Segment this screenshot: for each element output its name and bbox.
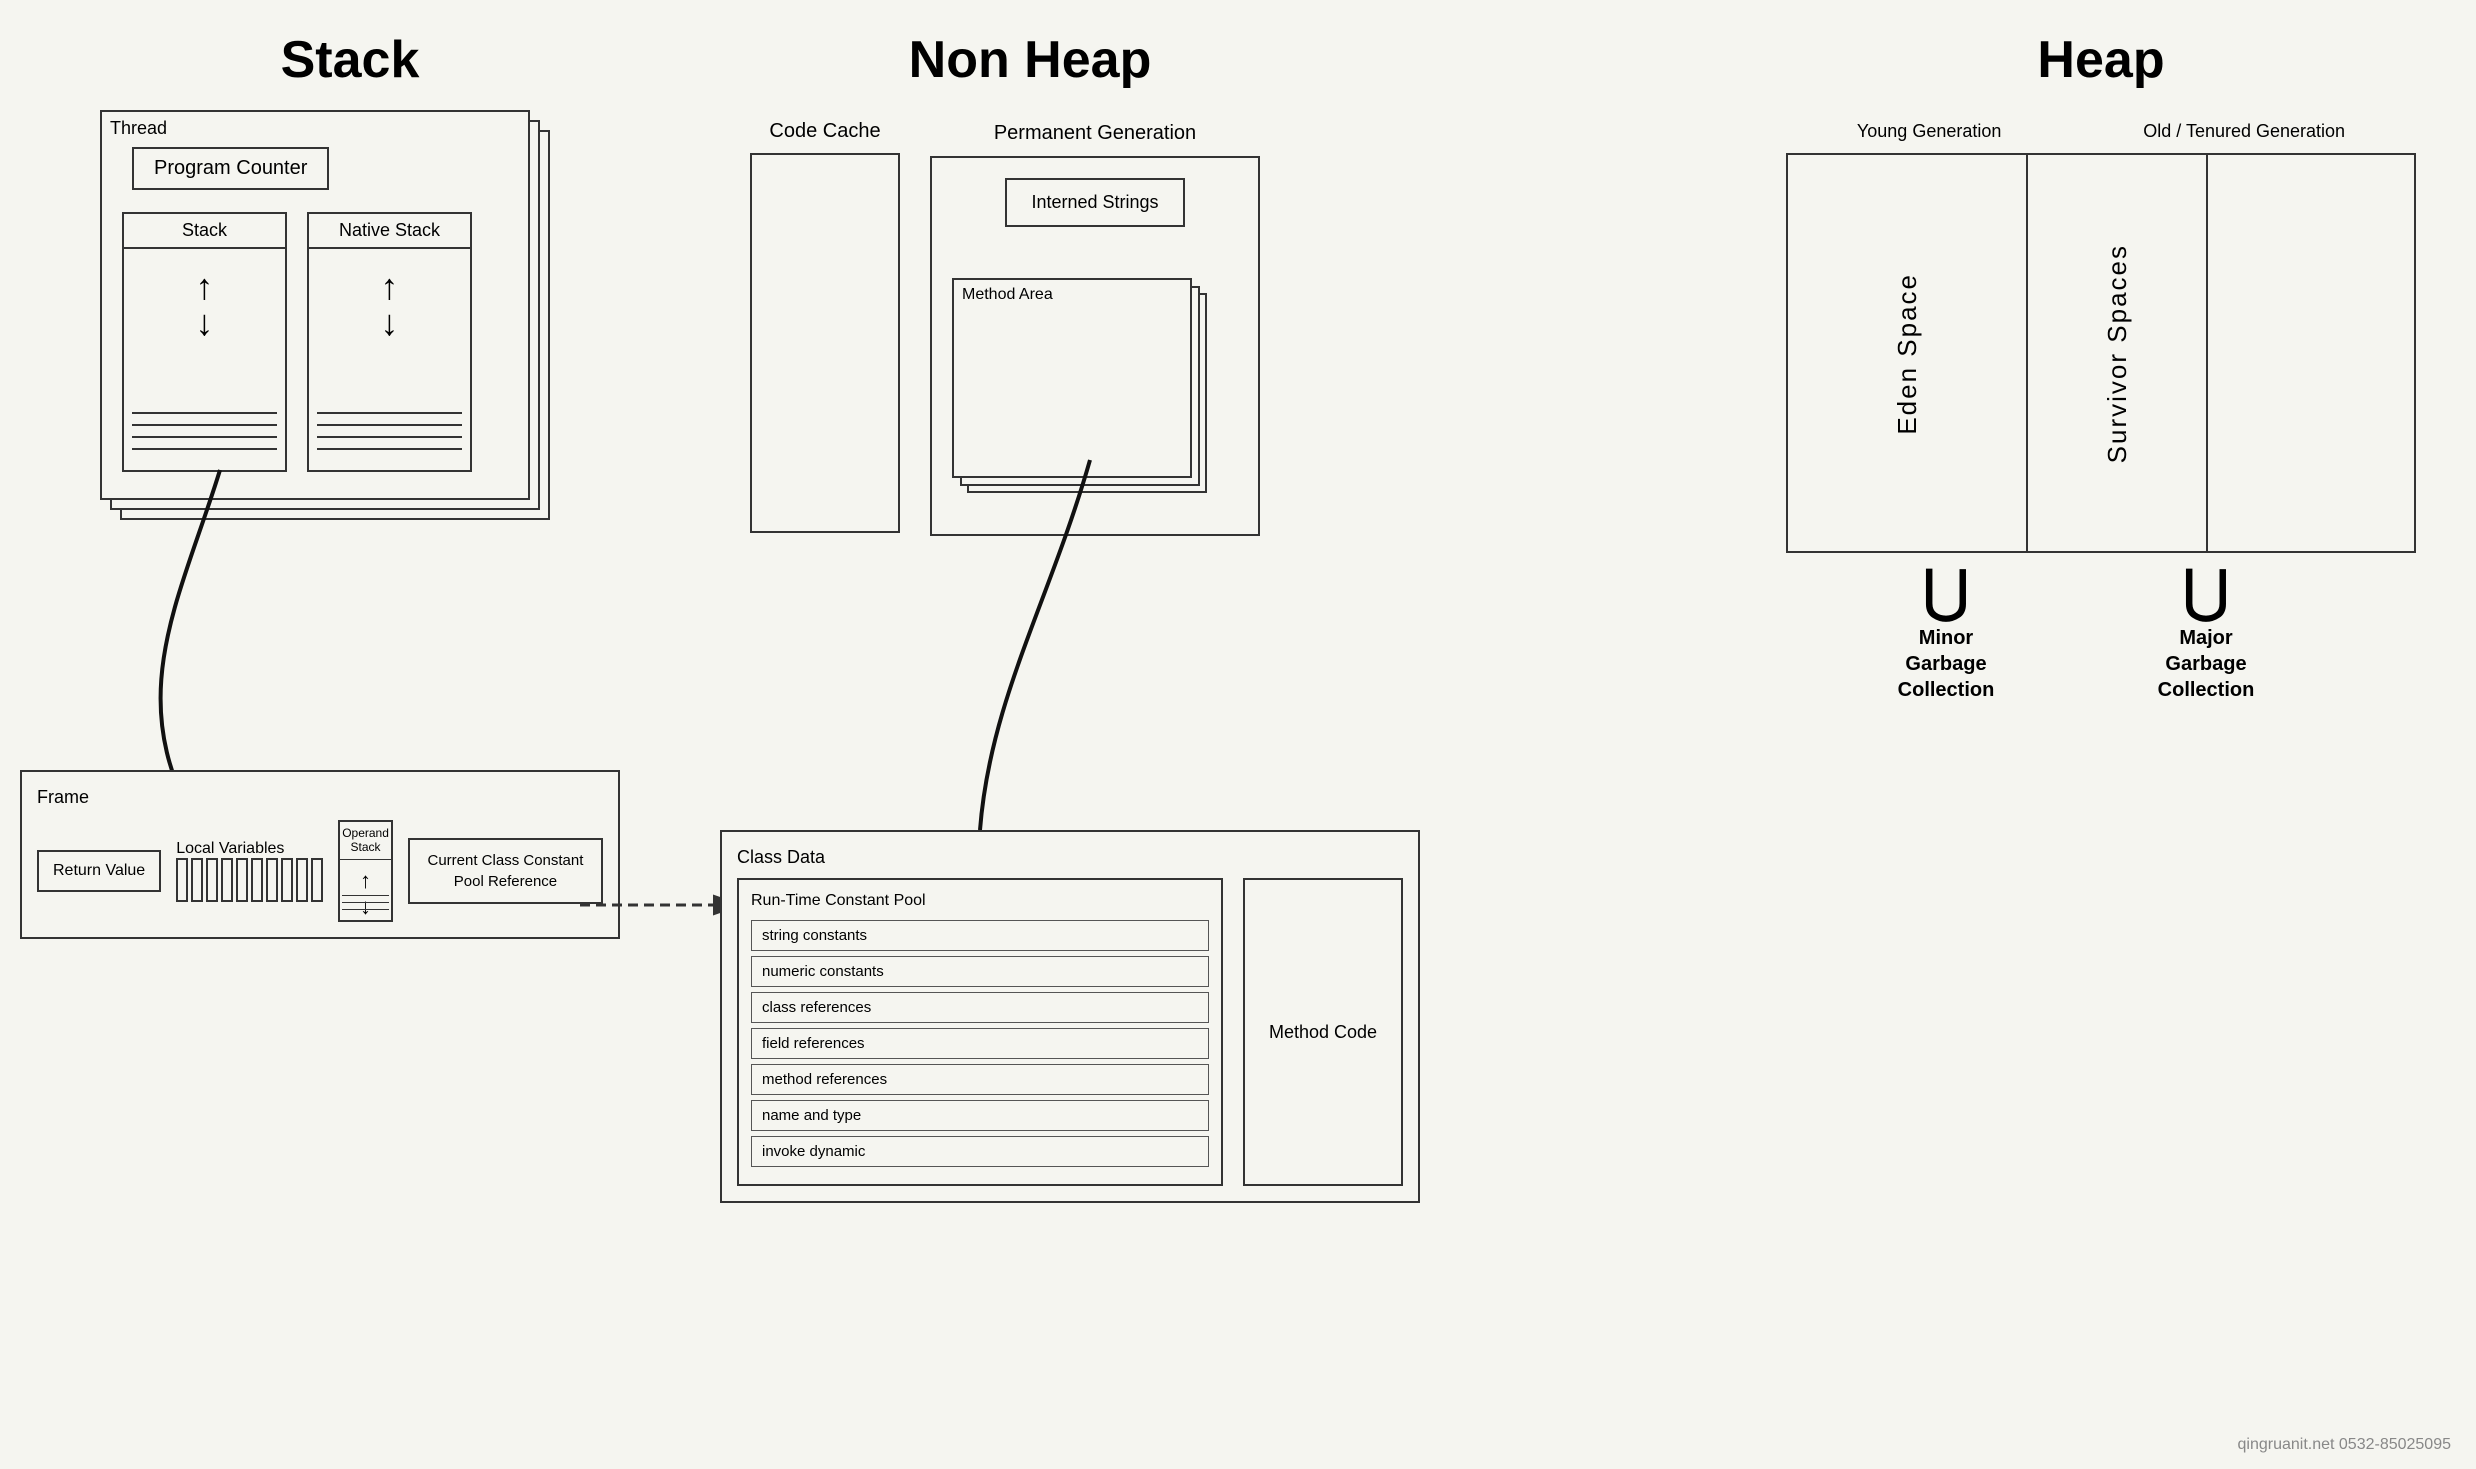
local-var-bar bbox=[221, 858, 233, 902]
program-counter-box: Program Counter bbox=[132, 147, 329, 190]
frame-label: Frame bbox=[37, 787, 603, 808]
pool-item-method: method references bbox=[751, 1064, 1209, 1095]
survivor-box: Survivor Spaces bbox=[2028, 155, 2208, 551]
heap-title: Heap bbox=[1786, 30, 2416, 90]
perm-gen-label: Permanent Generation bbox=[994, 120, 1196, 146]
classdata-section: Class Data Run-Time Constant Pool string… bbox=[720, 830, 1420, 1203]
runtime-pool-title: Run-Time Constant Pool bbox=[751, 892, 1209, 910]
pool-item-string: string constants bbox=[751, 920, 1209, 951]
method-code-box: Method Code bbox=[1243, 878, 1403, 1186]
stack-section: Stack Thread Program Counter Stack ↑ ↓ bbox=[40, 30, 660, 540]
thread-label: Thread bbox=[110, 118, 167, 139]
code-cache-label: Code Cache bbox=[769, 120, 880, 143]
classdata-inner: Run-Time Constant Pool string constants … bbox=[737, 878, 1403, 1186]
stack-title: Stack bbox=[40, 30, 660, 90]
old-tenured-label: Old / Tenured Generation bbox=[2143, 120, 2345, 143]
return-value-box: Return Value bbox=[37, 850, 161, 892]
local-var-bar bbox=[266, 858, 278, 902]
local-var-bar bbox=[296, 858, 308, 902]
young-gen-label: Young Generation bbox=[1857, 120, 2001, 143]
local-var-bar bbox=[206, 858, 218, 902]
frame-section: Frame Return Value Local Variables Opera… bbox=[20, 770, 620, 939]
minor-gc-group: ⋃ Minor Garbage Collection bbox=[1886, 563, 2006, 703]
stack-lines bbox=[132, 412, 277, 460]
method-area-label: Method Area bbox=[962, 286, 1053, 304]
runtime-pool: Run-Time Constant Pool string constants … bbox=[737, 878, 1223, 1186]
native-stack-box: Native Stack ↑ ↓ bbox=[307, 212, 472, 472]
perm-gen-container: Permanent Generation Interned Strings Me… bbox=[930, 120, 1260, 536]
old-tenured-box bbox=[2208, 155, 2414, 551]
minor-gc-label: Minor Garbage Collection bbox=[1886, 625, 2006, 703]
perm-gen-box: Interned Strings Method Area bbox=[930, 156, 1260, 536]
major-gc-label: Major Garbage Collection bbox=[2146, 625, 2266, 703]
local-vars-group: Local Variables bbox=[176, 840, 323, 902]
constant-pool-ref: Current Class Constant Pool Reference bbox=[408, 838, 603, 904]
local-var-bar bbox=[236, 858, 248, 902]
eden-box: Eden Space bbox=[1788, 155, 2028, 551]
classdata-label: Class Data bbox=[737, 847, 1403, 868]
pool-item-invokedynamic: invoke dynamic bbox=[751, 1136, 1209, 1167]
code-cache-box bbox=[750, 153, 900, 533]
pool-item-class: class references bbox=[751, 992, 1209, 1023]
local-var-bar bbox=[191, 858, 203, 902]
nonheap-boxes: Code Cache Permanent Generation Interned… bbox=[750, 120, 1310, 536]
local-var-bar bbox=[311, 858, 323, 902]
nonheap-title: Non Heap bbox=[750, 30, 1310, 90]
local-var-bar bbox=[251, 858, 263, 902]
code-cache-container: Code Cache bbox=[750, 120, 900, 533]
stack-arrow: ↑ ↓ bbox=[124, 269, 285, 341]
stack-box: Stack ↑ ↓ bbox=[122, 212, 287, 472]
major-gc-group: ⋃ Major Garbage Collection bbox=[2146, 563, 2266, 703]
interned-strings-box: Interned Strings bbox=[1005, 178, 1185, 227]
thread-layer-1: Thread Program Counter Stack ↑ ↓ bbox=[100, 110, 530, 500]
local-vars-bars bbox=[176, 858, 323, 902]
heap-section: Heap Young Generation Old / Tenured Gene… bbox=[1786, 30, 2416, 703]
heap-boxes: Eden Space Survivor Spaces bbox=[1786, 153, 2416, 553]
thread-container: Thread Program Counter Stack ↑ ↓ bbox=[100, 110, 560, 540]
local-var-bar bbox=[176, 858, 188, 902]
minor-gc-arrow: ⋃ bbox=[1923, 563, 1969, 619]
local-var-bar bbox=[281, 858, 293, 902]
method-area-outer: Method Area bbox=[952, 278, 1232, 508]
native-stack-lines bbox=[317, 412, 462, 460]
nonheap-section: Non Heap Code Cache Permanent Generation… bbox=[750, 30, 1310, 536]
major-gc-arrow: ⋃ bbox=[2183, 563, 2229, 619]
native-stack-arrow: ↑ ↓ bbox=[309, 269, 470, 341]
gc-labels-row: ⋃ Minor Garbage Collection ⋃ Major Garba… bbox=[1786, 563, 2416, 703]
eden-label: Eden Space bbox=[1892, 273, 1923, 435]
operand-stack-box: Operand Stack ↑↓ bbox=[338, 820, 393, 922]
operand-lines bbox=[342, 895, 389, 916]
stack-inner-container: Stack ↑ ↓ Native Stack bbox=[122, 212, 512, 472]
method-area-layer-1: Method Area bbox=[952, 278, 1192, 478]
local-vars-label: Local Variables bbox=[176, 840, 284, 858]
pool-item-numeric: numeric constants bbox=[751, 956, 1209, 987]
survivor-label: Survivor Spaces bbox=[2102, 244, 2133, 463]
heap-sublabels: Young Generation Old / Tenured Generatio… bbox=[1786, 120, 2416, 143]
pool-item-field: field references bbox=[751, 1028, 1209, 1059]
watermark: qingruanit.net 0532-85025095 bbox=[2237, 1436, 2451, 1454]
operand-stack-label: Operand Stack bbox=[340, 822, 391, 860]
pool-item-nametype: name and type bbox=[751, 1100, 1209, 1131]
frame-inner: Return Value Local Variables Operand Sta… bbox=[37, 820, 603, 922]
